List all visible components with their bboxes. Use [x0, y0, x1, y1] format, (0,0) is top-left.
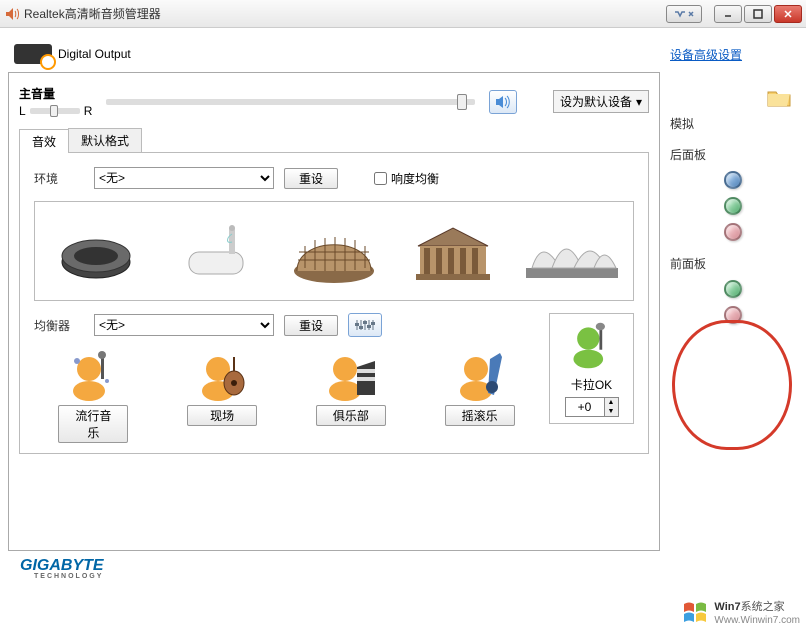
preset-live-icon [194, 347, 250, 403]
close-button[interactable] [774, 5, 802, 23]
preset-club-button[interactable]: 俱乐部 [316, 405, 386, 426]
balance-slider[interactable] [30, 108, 80, 114]
device-label: Digital Output [58, 47, 131, 61]
highlight-oval [672, 320, 792, 450]
front-jack-pink[interactable] [724, 306, 742, 324]
side-panel: 设备高级设置 模拟 后面板 前面板 [668, 36, 798, 580]
loudness-label: 响度均衡 [391, 170, 439, 187]
env-stone-room[interactable] [39, 206, 154, 296]
environment-row: 环境 <无> 重设 响度均衡 [34, 167, 634, 189]
karaoke-up[interactable]: ▲ [604, 398, 618, 407]
env-colosseum[interactable] [277, 206, 392, 296]
content-panel: 主音量 L R 设为默认设备 ▾ [8, 72, 660, 551]
balance-right: R [84, 104, 93, 118]
advanced-settings-link[interactable]: 设备高级设置 [670, 46, 742, 63]
equalizer-graphic-button[interactable] [348, 313, 382, 337]
window-title: Realtek高清晰音频管理器 [24, 5, 666, 22]
tab-default-format[interactable]: 默认格式 [68, 128, 142, 152]
volume-row: 主音量 L R 设为默认设备 ▾ [19, 85, 649, 118]
balance-left: L [19, 104, 26, 118]
mute-button[interactable] [489, 90, 517, 114]
environment-reset-button[interactable]: 重设 [284, 168, 338, 189]
device-tab[interactable]: Digital Output [8, 36, 660, 72]
tab-sound-effect[interactable]: 音效 [19, 129, 69, 153]
minimize-button[interactable] [714, 5, 742, 23]
rear-panel-label: 后面板 [670, 146, 796, 163]
karaoke-icon [566, 320, 618, 372]
master-volume-label: 主音量 [19, 85, 92, 102]
folder-icon[interactable] [766, 86, 792, 108]
equalizer-reset-button[interactable]: 重设 [284, 315, 338, 336]
maximize-button[interactable] [744, 5, 772, 23]
env-parthenon[interactable] [395, 206, 510, 296]
karaoke-spinner[interactable]: ▲▼ [565, 397, 619, 417]
preset-row: 流行音乐 现场 俱乐部 [34, 347, 539, 443]
equalizer-row: 均衡器 <无> 重设 [34, 313, 539, 337]
environment-select[interactable]: <无> [94, 167, 274, 189]
equalizer-select[interactable]: <无> [94, 314, 274, 336]
front-jack-green[interactable] [724, 280, 742, 298]
rear-jack-blue[interactable] [724, 171, 742, 189]
karaoke-label: 卡拉OK [571, 376, 612, 393]
loudness-check-input[interactable] [374, 172, 387, 185]
loudness-checkbox[interactable]: 响度均衡 [374, 170, 439, 187]
front-panel-label: 前面板 [670, 255, 796, 272]
karaoke-value[interactable] [566, 399, 604, 415]
preset-club-icon [323, 347, 379, 403]
speaker-icon [494, 94, 512, 110]
eq-sliders-icon [355, 318, 375, 332]
watermark: Win7系统之家Www.Winwin7.com [682, 598, 800, 626]
env-opera-house[interactable] [514, 206, 629, 296]
preset-live-button[interactable]: 现场 [187, 405, 257, 426]
windows-logo-icon [682, 600, 710, 624]
brand-logo: GIGABYTE TECHNOLOGY [8, 551, 660, 580]
volume-slider[interactable] [106, 99, 475, 105]
rear-jack-green[interactable] [724, 197, 742, 215]
env-bathroom[interactable] [158, 206, 273, 296]
karaoke-down[interactable]: ▼ [604, 407, 618, 416]
speaker-app-icon [4, 6, 20, 22]
preset-pop-icon [65, 347, 121, 403]
karaoke-box: 卡拉OK ▲▼ [549, 313, 634, 424]
digital-output-icon [14, 44, 52, 64]
environment-label: 环境 [34, 170, 84, 187]
environment-gallery [34, 201, 634, 301]
preset-pop-button[interactable]: 流行音乐 [58, 405, 128, 443]
help-button[interactable] [666, 5, 702, 23]
equalizer-label: 均衡器 [34, 317, 84, 334]
analog-label: 模拟 [670, 115, 796, 132]
rear-jack-pink[interactable] [724, 223, 742, 241]
preset-rock-icon [452, 347, 508, 403]
default-device-label: 设为默认设备 [560, 93, 632, 110]
default-device-dropdown[interactable]: 设为默认设备 ▾ [553, 90, 649, 113]
tabs: 音效 默认格式 [19, 128, 649, 153]
titlebar: Realtek高清晰音频管理器 [0, 0, 806, 28]
chevron-down-icon: ▾ [636, 95, 642, 109]
preset-rock-button[interactable]: 摇滚乐 [445, 405, 515, 426]
effects-panel: 环境 <无> 重设 响度均衡 [19, 153, 649, 454]
brand-sub: TECHNOLOGY [20, 573, 648, 580]
